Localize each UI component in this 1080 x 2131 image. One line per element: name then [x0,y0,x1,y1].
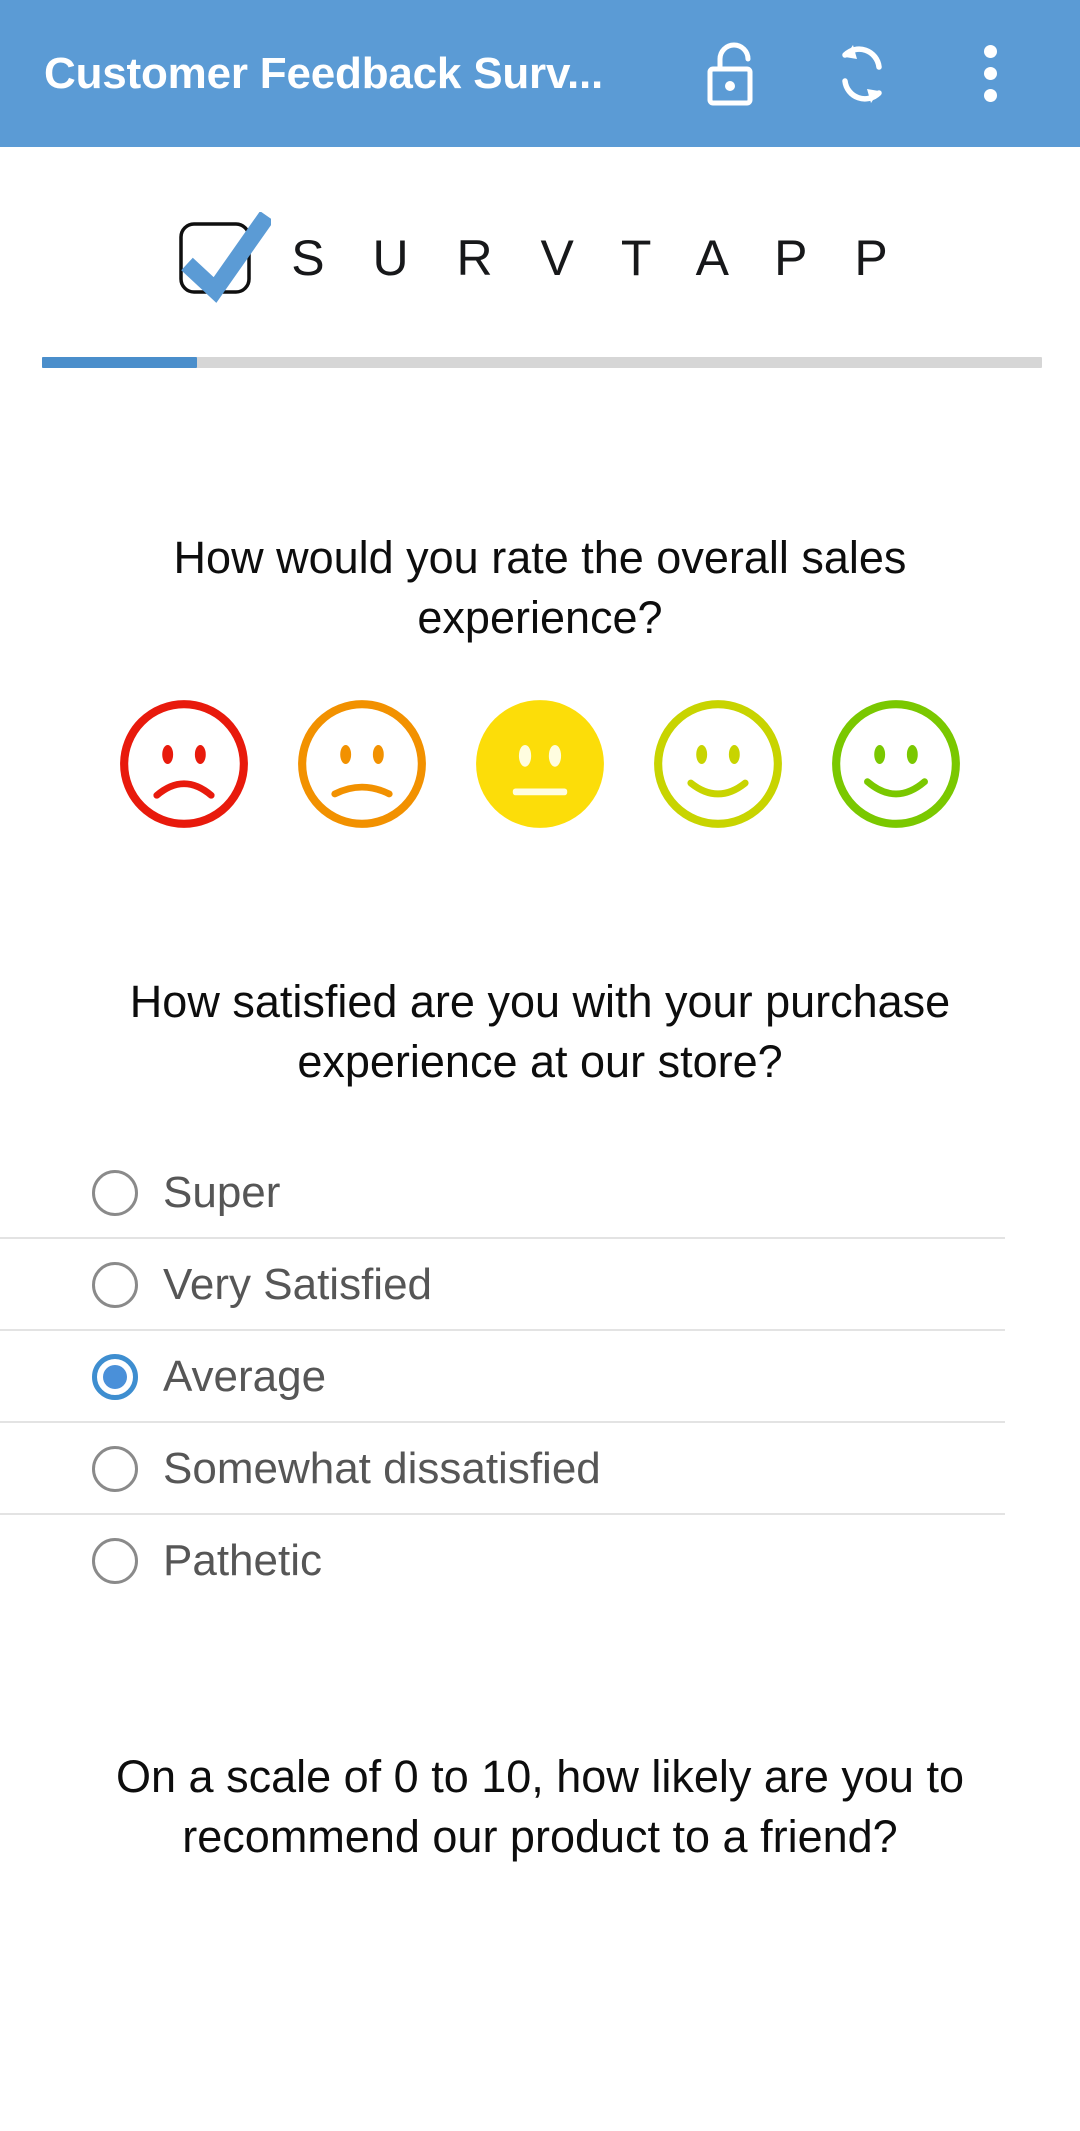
smiley-very-sad-option[interactable] [116,696,252,832]
radio-option-label: Very Satisfied [163,1260,433,1309]
smiley-very-happy-option[interactable] [828,696,964,832]
radio-option-label: Somewhat dissatisfied [163,1444,601,1493]
smiley-sad-option[interactable] [294,696,430,832]
smiley-happy-option[interactable] [650,696,786,832]
radio-option-pathetic[interactable]: Pathetic [0,1515,1005,1607]
unlock-icon-button[interactable] [670,10,798,138]
radio-option-label: Average [163,1352,327,1401]
radio-circle-icon [92,1538,138,1584]
question-text-1: How would you rate the overall sales exp… [173,532,907,643]
progress-fill [42,357,197,368]
app-bar: Customer Feedback Surv... [0,0,1080,147]
radio-group-satisfaction: Super Very Satisfied Average Somewhat di… [0,1147,1080,1607]
progress-track [42,357,1042,368]
brand-logo-text: S U R V T A P P [291,229,905,286]
smiley-rating-scale [0,648,1080,832]
question-text-2: How satisfied are you with your purchase… [129,976,951,1087]
radio-circle-icon [92,1262,138,1308]
question-block-2: How satisfied are you with your purchase… [0,972,1080,1607]
app-bar-actions [670,10,1054,138]
survey-progress [0,332,1080,368]
smiley-neutral-option[interactable] [472,696,608,832]
radio-option-somewhat-dissatisfied[interactable]: Somewhat dissatisfied [0,1423,1005,1515]
checkbox-check-icon [175,210,275,304]
radio-option-very-satisfied[interactable]: Very Satisfied [0,1239,1005,1331]
question-text-3: On a scale of 0 to 10, how likely are yo… [116,1751,964,1862]
question-block-3: On a scale of 0 to 10, how likely are yo… [0,1747,1080,1867]
question-block-1: How would you rate the overall sales exp… [0,528,1080,832]
app-bar-title: Customer Feedback Surv... [44,48,604,98]
brand-logo: S U R V T A P P [0,147,1080,332]
sync-icon [831,41,893,107]
radio-option-average[interactable]: Average [0,1331,1005,1423]
radio-circle-icon [92,1170,138,1216]
sync-icon-button[interactable] [798,10,926,138]
radio-option-label: Super [163,1168,281,1217]
radio-circle-selected-icon [92,1354,138,1400]
radio-option-super[interactable]: Super [0,1147,1005,1239]
overflow-menu-button[interactable] [926,10,1054,138]
radio-circle-icon [92,1446,138,1492]
overflow-menu-icon [983,45,997,102]
radio-option-label: Pathetic [163,1536,322,1585]
unlock-icon [706,41,762,107]
